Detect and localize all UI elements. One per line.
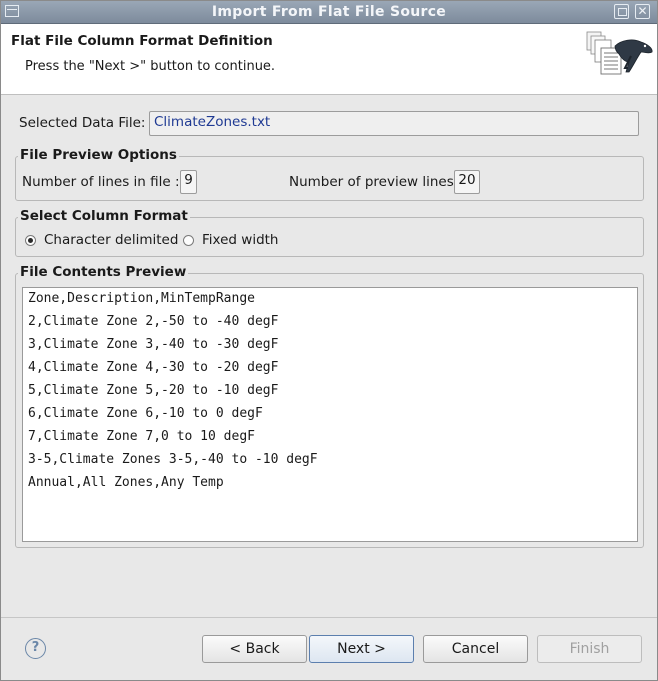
preview-line: 6,Climate Zone 6,-10 to 0 degF	[28, 406, 263, 421]
preview-line: Zone,Description,MinTempRange	[28, 291, 255, 306]
character-delimited-radio[interactable]	[25, 235, 36, 246]
preview-lines-label: Number of preview lines	[289, 174, 454, 190]
title-bar[interactable]: Import From Flat File Source ✕	[1, 1, 657, 24]
selected-data-file-label: Selected Data File:	[19, 115, 146, 131]
preview-line: 4,Climate Zone 4,-30 to -20 degF	[28, 360, 279, 375]
flat-file-wizard-icon	[586, 31, 653, 75]
preview-line: 5,Climate Zone 5,-20 to -10 degF	[28, 383, 279, 398]
finish-button[interactable]: Finish	[537, 635, 642, 663]
lines-in-file-value: 9	[180, 170, 197, 194]
preview-line: 2,Climate Zone 2,-50 to -40 degF	[28, 314, 279, 329]
character-delimited-label[interactable]: Character delimited	[44, 232, 178, 248]
import-dialog: Import From Flat File Source ✕ Flat File…	[0, 0, 658, 681]
help-icon[interactable]: ?	[25, 638, 46, 659]
maximize-icon[interactable]	[614, 4, 629, 19]
preview-lines-input[interactable]: 20	[454, 170, 480, 194]
file-contents-preview-text[interactable]: Zone,Description,MinTempRange 2,Climate …	[22, 287, 638, 542]
column-format-legend: Select Column Format	[18, 208, 190, 224]
preview-line: 3,Climate Zone 3,-40 to -30 degF	[28, 337, 279, 352]
preview-line: 7,Climate Zone 7,0 to 10 degF	[28, 429, 255, 444]
file-contents-preview-legend: File Contents Preview	[18, 264, 189, 280]
fixed-width-label[interactable]: Fixed width	[202, 232, 279, 248]
button-bar-separator	[1, 617, 657, 618]
selected-data-file-field[interactable]: ClimateZones.txt	[149, 111, 639, 136]
close-icon[interactable]: ✕	[635, 4, 650, 19]
cancel-button[interactable]: Cancel	[423, 635, 528, 663]
back-button[interactable]: < Back	[202, 635, 307, 663]
window-title: Import From Flat File Source	[211, 4, 447, 20]
page-description: Press the "Next >" button to continue.	[25, 59, 276, 74]
wizard-header: Flat File Column Format Definition Press…	[1, 24, 657, 95]
file-preview-options-legend: File Preview Options	[18, 147, 179, 163]
preview-line: Annual,All Zones,Any Temp	[28, 475, 224, 490]
fixed-width-radio[interactable]	[183, 235, 194, 246]
next-button[interactable]: Next >	[309, 635, 414, 663]
preview-line: 3-5,Climate Zones 3-5,-40 to -10 degF	[28, 452, 318, 467]
page-title: Flat File Column Format Definition	[11, 33, 273, 49]
lines-in-file-label: Number of lines in file :	[22, 174, 180, 190]
